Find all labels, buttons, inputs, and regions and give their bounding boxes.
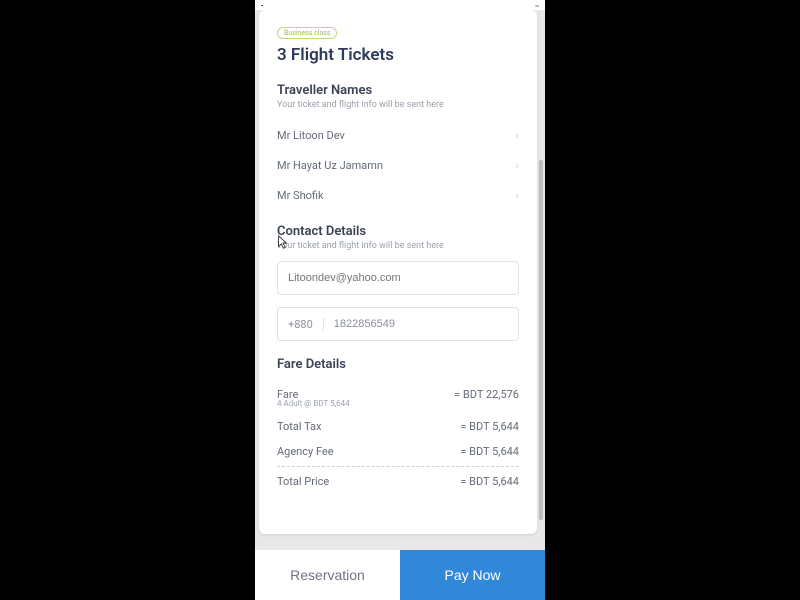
page-title: 3 Flight Tickets bbox=[277, 45, 519, 65]
contact-subtext: Your ticket and flight info will be sent… bbox=[277, 241, 519, 251]
traveller-row[interactable]: Mr Litoon Dev › bbox=[277, 120, 519, 150]
chevron-right-icon: › bbox=[515, 128, 519, 142]
traveller-name: Mr Hayat Uz Jamamn bbox=[277, 159, 383, 172]
fare-label: Total Tax bbox=[277, 420, 321, 433]
traveller-row[interactable]: Mr Hayat Uz Jamamn › bbox=[277, 150, 519, 180]
traveller-row[interactable]: Mr Shofik › bbox=[277, 180, 519, 210]
fare-row: Agency Fee = BDT 5,644 bbox=[277, 439, 519, 464]
ticket-card: Business class 3 Flight Tickets Travelle… bbox=[259, 10, 537, 534]
phone-country-code[interactable]: +880 bbox=[288, 318, 324, 331]
email-field[interactable] bbox=[277, 261, 519, 295]
reservation-button[interactable]: Reservation bbox=[255, 550, 400, 600]
phone-number-input[interactable] bbox=[324, 318, 508, 330]
phone-field[interactable]: +880 bbox=[277, 307, 519, 341]
fare-label: Agency Fee bbox=[277, 445, 334, 458]
content-area: Business class 3 Flight Tickets Travelle… bbox=[255, 10, 545, 550]
chevron-right-icon: › bbox=[515, 188, 519, 202]
fare-value: = BDT 5,644 bbox=[460, 420, 519, 433]
fare-value: = BDT 22,576 bbox=[454, 388, 519, 401]
traveller-name: Mr Shofik bbox=[277, 189, 324, 202]
fare-heading: Fare Details bbox=[277, 357, 519, 372]
chevron-right-icon: › bbox=[515, 158, 519, 172]
travellers-heading: Traveller Names bbox=[277, 83, 519, 98]
contact-heading: Contact Details bbox=[277, 224, 519, 239]
footer-actions: Reservation Pay Now bbox=[255, 550, 545, 600]
phone-frame: ••• ▭ Business class 3 Flight Tickets Tr… bbox=[255, 0, 545, 600]
fare-total-row: Total Price = BDT 5,644 bbox=[277, 469, 519, 494]
fare-row: Total Tax = BDT 5,644 bbox=[277, 414, 519, 439]
fare-total-value: = BDT 5,644 bbox=[460, 475, 519, 488]
battery-icon: ▭ bbox=[535, 3, 539, 8]
class-badge: Business class bbox=[277, 27, 337, 39]
status-left: ••• bbox=[261, 3, 262, 8]
travellers-subtext: Your ticket and flight info will be sent… bbox=[277, 100, 519, 110]
fare-value: = BDT 5,644 bbox=[460, 445, 519, 458]
pay-now-button[interactable]: Pay Now bbox=[400, 550, 545, 600]
scrollbar[interactable] bbox=[539, 160, 543, 520]
traveller-name: Mr Litoon Dev bbox=[277, 129, 345, 142]
fare-total-label: Total Price bbox=[277, 475, 329, 488]
divider bbox=[277, 466, 519, 467]
status-bar: ••• ▭ bbox=[255, 0, 545, 10]
